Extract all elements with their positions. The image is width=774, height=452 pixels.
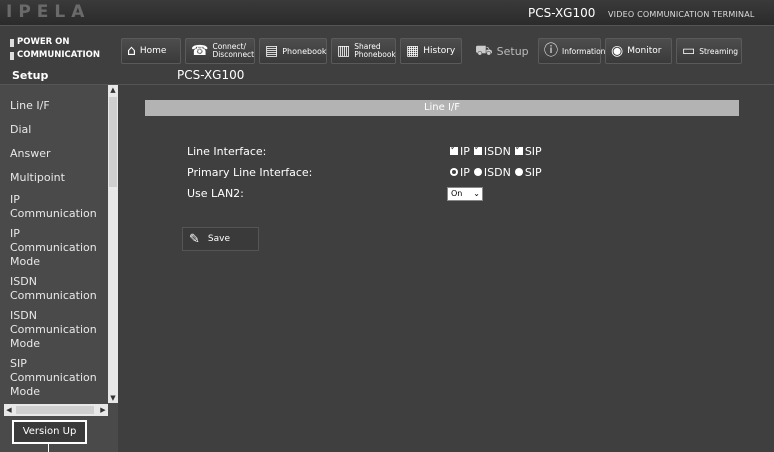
shared-phonebook-icon: ▥ bbox=[337, 43, 351, 59]
scroll-thumb[interactable] bbox=[109, 97, 117, 187]
sidebar-item-multipoint[interactable]: Multipoint bbox=[0, 166, 108, 190]
checkbox-checked-icon bbox=[450, 143, 458, 155]
radio-selected-icon bbox=[450, 168, 458, 176]
nav-shared-phonebook-button[interactable]: ▥ Shared Phonebook bbox=[331, 38, 396, 64]
sidebar-horizontal-scrollbar[interactable]: ◀ ▶ bbox=[4, 404, 108, 416]
save-icon: ✎ bbox=[189, 231, 200, 247]
primary-line-interface-options: IP ISDN SIP bbox=[450, 166, 542, 179]
sidebar: Line I/F Dial Answer Multipoint IP Commun… bbox=[0, 85, 118, 452]
model-subtitle: PCS-XG100 bbox=[177, 68, 245, 82]
scroll-up-icon[interactable]: ▲ bbox=[108, 85, 118, 95]
phonebook-icon: ▤ bbox=[265, 43, 279, 59]
sidebar-item-line-if[interactable]: Line I/F bbox=[0, 85, 108, 118]
scroll-thumb-horizontal[interactable] bbox=[16, 406, 94, 414]
section-label: Setup bbox=[12, 69, 49, 82]
setup-icon: ⛟ bbox=[475, 43, 493, 59]
home-icon: ⌂ bbox=[127, 43, 136, 59]
top-bar: IPELA PCS-XG100 VIDEO COMMUNICATION TERM… bbox=[0, 0, 774, 26]
sidebar-item-sip-communication-mode[interactable]: SIP Communication Mode bbox=[0, 354, 108, 402]
checkbox-checked-icon bbox=[473, 143, 482, 155]
primary-line-interface-label: Primary Line Interface: bbox=[187, 166, 313, 179]
page-title: Line I/F bbox=[145, 100, 739, 116]
version-up-button[interactable]: Version Up bbox=[12, 420, 87, 444]
scroll-right-icon[interactable]: ▶ bbox=[98, 404, 108, 416]
streaming-icon: ▭ bbox=[682, 43, 696, 59]
phone-icon: ☎ bbox=[191, 43, 209, 59]
line-interface-ip-checkbox[interactable]: IP bbox=[450, 143, 470, 158]
power-led-icon bbox=[10, 38, 14, 47]
primary-sip-radio[interactable]: SIP bbox=[514, 166, 542, 179]
nav-phonebook-button[interactable]: ▤ Phonebook bbox=[259, 38, 327, 64]
radio-unselected-icon bbox=[514, 168, 523, 176]
nav-information-button[interactable]: ⓘ Information bbox=[538, 38, 605, 64]
sidebar-item-answer[interactable]: Answer bbox=[0, 142, 108, 166]
sidebar-item-isdn-communication-mode[interactable]: ISDN Communication Mode bbox=[0, 306, 108, 354]
information-icon: ⓘ bbox=[544, 43, 558, 59]
status-indicators: POWER ON COMMUNICATION bbox=[10, 36, 100, 62]
use-lan2-label: Use LAN2: bbox=[187, 187, 244, 200]
sidebar-item-dial[interactable]: Dial bbox=[0, 118, 108, 142]
model-name: PCS-XG100 bbox=[528, 6, 596, 20]
nav-history-button[interactable]: ▦ History bbox=[400, 38, 462, 64]
callout-line bbox=[48, 444, 49, 452]
sidebar-vertical-scrollbar[interactable]: ▲ ▼ bbox=[108, 85, 118, 403]
power-status: POWER ON bbox=[10, 36, 100, 49]
monitor-icon: ◉ bbox=[611, 43, 624, 59]
save-button[interactable]: ✎ Save bbox=[182, 227, 259, 251]
nav-monitor-button[interactable]: ◉ Monitor bbox=[605, 38, 672, 64]
chevron-down-icon: ⌄ bbox=[473, 189, 480, 198]
nav-connect-disconnect-button[interactable]: ☎ Connect/Disconnect bbox=[185, 38, 255, 64]
primary-isdn-radio[interactable]: ISDN bbox=[473, 166, 511, 179]
nav-setup-button[interactable]: ⛟ Setup bbox=[470, 38, 530, 64]
line-interface-isdn-checkbox[interactable]: ISDN bbox=[473, 143, 511, 158]
nav-home-button[interactable]: ⌂ Home bbox=[121, 38, 181, 64]
scroll-down-icon[interactable]: ▼ bbox=[108, 393, 118, 403]
sidebar-item-isdn-communication[interactable]: ISDN Communication bbox=[0, 272, 108, 306]
line-interface-label: Line Interface: bbox=[187, 145, 267, 158]
use-lan2-select[interactable]: On ⌄ bbox=[447, 187, 483, 201]
primary-ip-radio[interactable]: IP bbox=[450, 166, 470, 179]
sidebar-item-ip-communication-mode[interactable]: IP Communication Mode bbox=[0, 224, 108, 272]
line-interface-sip-checkbox[interactable]: SIP bbox=[514, 143, 542, 158]
ipela-logo: IPELA bbox=[6, 2, 91, 22]
radio-unselected-icon bbox=[473, 168, 482, 176]
line-interface-options: IP ISDN SIP bbox=[450, 143, 542, 158]
nav-streaming-button[interactable]: ▭ Streaming bbox=[676, 38, 742, 64]
terminal-label: VIDEO COMMUNICATION TERMINAL bbox=[608, 10, 755, 19]
sidebar-list: Line I/F Dial Answer Multipoint IP Commun… bbox=[0, 85, 108, 403]
scroll-left-icon[interactable]: ◀ bbox=[4, 404, 14, 416]
communication-led-icon bbox=[10, 51, 14, 60]
communication-status: COMMUNICATION bbox=[10, 49, 100, 62]
checkbox-checked-icon bbox=[514, 143, 523, 155]
history-icon: ▦ bbox=[406, 43, 420, 59]
sidebar-item-ip-communication[interactable]: IP Communication bbox=[0, 190, 108, 224]
